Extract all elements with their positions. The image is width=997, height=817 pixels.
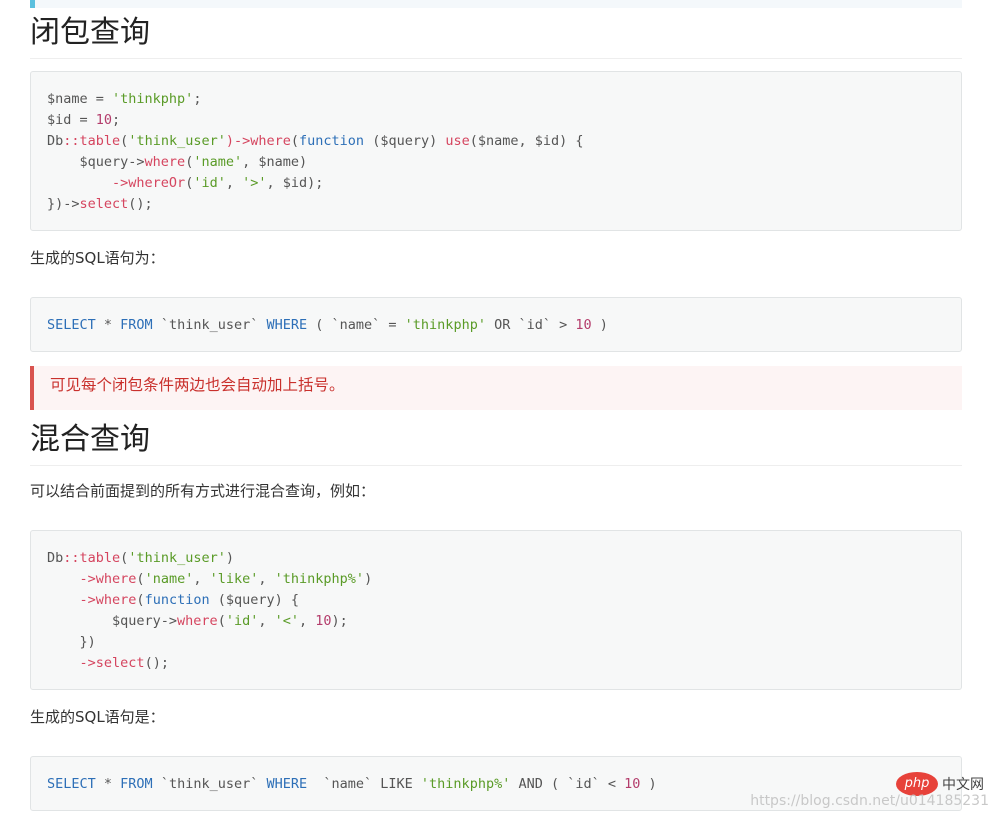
blog-watermark: https://blog.csdn.net/u014185231 [750,793,989,809]
section-heading-closure-query: 闭包查询 [30,14,962,59]
top-notice-bar [30,0,962,8]
note-callout: 可见每个闭包条件两边也会自动加上括号。 [30,366,962,410]
sql-intro-text-1: 生成的SQL语句为： [30,249,165,267]
sql-intro-text-2: 生成的SQL语句是： [30,708,165,726]
sql-code-block-1: SELECT * FROM `think_user` WHERE ( `name… [30,297,962,352]
section-heading-mixed-query: 混合查询 [30,421,962,466]
mixed-query-intro-text: 可以结合前面提到的所有方式进行混合查询，例如： [30,482,376,500]
php-cn-label: 中文网 [942,777,984,793]
code-block-mixed-query: Db::table('think_user') ->where('name', … [30,530,962,690]
code-block-closure-query: $name = 'thinkphp'; $id = 10; Db::table(… [30,71,962,231]
